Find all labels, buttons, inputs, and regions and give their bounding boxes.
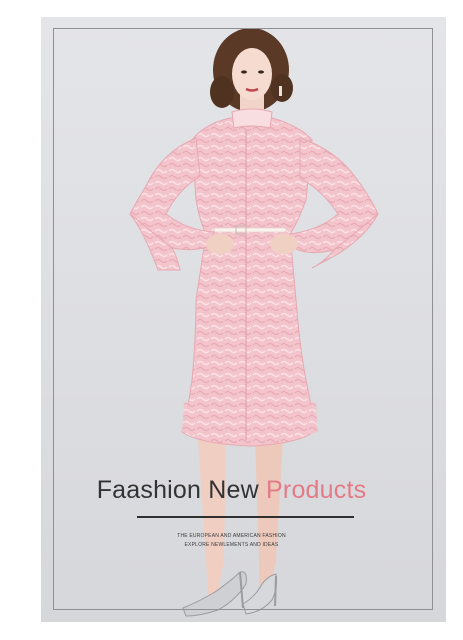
divider-line bbox=[137, 516, 354, 518]
tagline-line1: THE EUROPEAN AND AMERICAN FASHION bbox=[177, 533, 286, 539]
headline: Faashion New Products bbox=[0, 476, 463, 505]
headline-part2: Products bbox=[266, 476, 367, 504]
headline-part1: Faashion New bbox=[96, 476, 259, 504]
tagline-line2: EXPLORE NEWLEMENTS AND IDEAS bbox=[184, 542, 279, 548]
inner-frame-border bbox=[53, 28, 433, 610]
